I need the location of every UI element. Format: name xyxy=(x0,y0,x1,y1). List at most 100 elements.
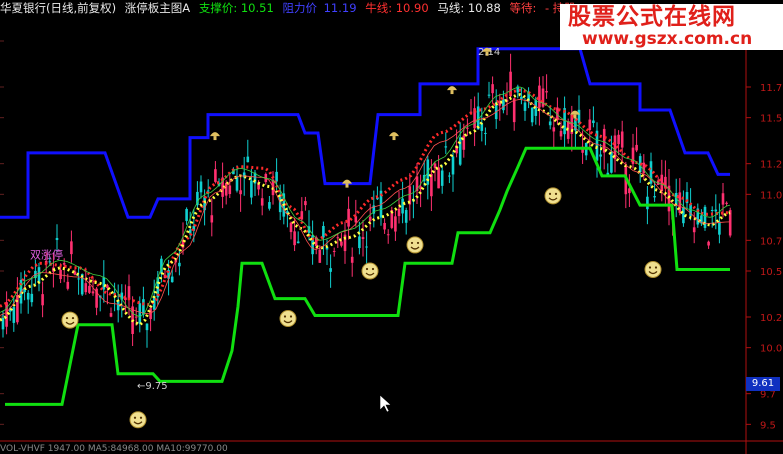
candle-body xyxy=(599,154,602,157)
candle-body xyxy=(440,170,444,186)
y-tick-label: 11.5 xyxy=(760,114,782,125)
low-price-annotation: ←9.75 xyxy=(137,381,168,392)
candle-body xyxy=(358,236,361,249)
limit-up-marker xyxy=(447,86,457,95)
candle-body xyxy=(725,202,728,204)
candle-body xyxy=(289,222,293,233)
candle-body xyxy=(588,119,592,131)
resistance-value: 11.19 xyxy=(323,1,357,15)
candle-body xyxy=(347,208,350,227)
candle-body xyxy=(350,256,354,263)
y-tick-label: 9.5 xyxy=(760,420,776,431)
candle-body xyxy=(368,216,372,221)
candle-body xyxy=(502,98,505,111)
candle-body xyxy=(682,207,685,224)
candle-body xyxy=(228,185,232,195)
stock-title: 华夏银行(日线,前复权) xyxy=(0,1,117,15)
current-price-badge: 9.61 xyxy=(746,377,780,391)
candle-body xyxy=(41,294,44,306)
candle-body xyxy=(5,302,8,327)
smiley-icon xyxy=(129,411,147,429)
candle-body xyxy=(430,173,433,197)
candle-body xyxy=(386,234,390,236)
candle-body xyxy=(692,227,696,233)
candle-body xyxy=(199,181,203,193)
volume-indicator-header: VOL-VHVF 1947.00 MA5:84968.00 MA10:99770… xyxy=(0,444,228,454)
candle-body xyxy=(541,88,545,107)
site-watermark: 股票公式在线网 www.gszx.com.cn xyxy=(560,4,783,50)
y-tick-label: 9.7 xyxy=(760,390,776,401)
candle-body xyxy=(710,209,714,211)
candle-body xyxy=(239,190,242,195)
candle-body xyxy=(404,210,408,223)
candle-body xyxy=(530,107,534,123)
candle-body xyxy=(246,156,250,163)
smiley-icon xyxy=(406,236,424,254)
candle-body xyxy=(487,94,491,96)
candle-body xyxy=(109,313,113,317)
candle-body xyxy=(138,303,142,324)
candle-body xyxy=(448,175,451,177)
candle-body xyxy=(170,276,174,283)
limit-up-annotation: 双涨停 xyxy=(30,248,63,262)
smiley-icon xyxy=(544,187,562,205)
candle-body xyxy=(653,196,656,198)
bull-value: 10.90 xyxy=(395,1,429,15)
candle-body xyxy=(84,283,88,293)
support-label: 支撑价: xyxy=(198,1,238,15)
limit-up-marker xyxy=(210,132,220,141)
candle-body xyxy=(714,209,718,212)
candle-body xyxy=(214,169,217,182)
candle-body xyxy=(646,196,649,210)
candle-body xyxy=(721,193,725,205)
smiley-icon xyxy=(61,311,79,329)
candle-body xyxy=(62,263,66,265)
candle-body xyxy=(1,315,5,330)
candle-body xyxy=(134,316,138,318)
y-tick-label: 11.0 xyxy=(760,190,782,201)
limit-up-marker xyxy=(389,132,399,141)
horse-line xyxy=(0,93,731,327)
y-tick-label: 11.2 xyxy=(760,160,782,171)
candle-body xyxy=(260,198,264,206)
candle-body xyxy=(610,151,613,173)
candle-body xyxy=(88,285,91,293)
candle-body xyxy=(462,135,466,150)
candle-body xyxy=(451,156,455,175)
candle-body xyxy=(491,84,494,94)
candle-body xyxy=(77,278,80,280)
watermark-title: 股票公式在线网 xyxy=(568,4,736,30)
bull-label: 牛线: xyxy=(365,1,393,15)
y-tick-label: 10.2 xyxy=(760,313,782,324)
ma-line-red xyxy=(0,98,731,316)
candle-body xyxy=(361,237,365,240)
candle-body xyxy=(185,208,188,221)
candle-body xyxy=(383,222,386,230)
candle-body xyxy=(70,241,73,255)
candle-body xyxy=(178,262,181,267)
kline-chart[interactable]: 2.14←9.75双涨停 12.011.711.511.211.010.710.… xyxy=(0,0,783,454)
limit-up-marker xyxy=(342,179,352,188)
candle-body xyxy=(268,202,271,209)
candle-body xyxy=(275,171,278,182)
candle-body xyxy=(322,225,325,238)
candle-body xyxy=(142,299,145,315)
candle-body xyxy=(318,249,322,263)
candle-body xyxy=(437,167,440,189)
candle-body xyxy=(707,241,710,246)
horse-value: 10.88 xyxy=(467,1,501,15)
high-price-annotation: 2.14 xyxy=(478,47,500,58)
resistance-line xyxy=(0,47,730,219)
candle-body xyxy=(293,231,296,246)
candle-body xyxy=(250,180,253,198)
candle-body xyxy=(545,91,548,93)
candle-body xyxy=(55,237,59,241)
candle-body xyxy=(116,301,120,311)
y-tick-label: 10.7 xyxy=(760,236,782,247)
candle-body xyxy=(12,307,16,323)
candle-body xyxy=(592,120,595,124)
support-value: 10.51 xyxy=(240,1,274,15)
candle-body xyxy=(458,137,462,165)
candle-body xyxy=(394,216,397,232)
candle-body xyxy=(718,221,721,235)
